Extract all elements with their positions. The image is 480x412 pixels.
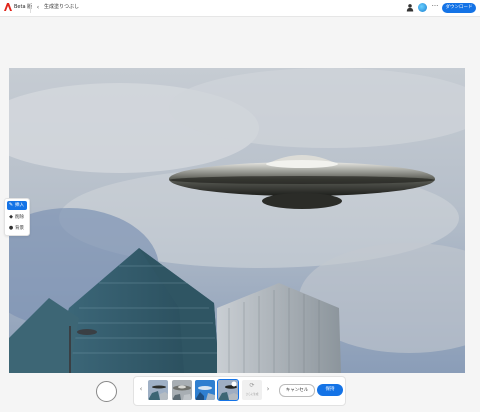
more-options-button[interactable]: ··· (431, 2, 439, 11)
variant-1-image (148, 380, 168, 400)
tool-insert[interactable]: ✎ 挿入 (7, 201, 27, 210)
generate-more-label: さらに生成 (245, 393, 259, 396)
side-toolbar: ✎ 挿入 ◆ 削除 ● 背景 (4, 198, 30, 236)
variant-thumbnail-2[interactable] (172, 380, 192, 400)
keep-button[interactable]: 保持 (317, 384, 343, 396)
image-canvas[interactable] (9, 68, 465, 373)
tool-background-label: 背景 (15, 226, 24, 231)
variant-thumbnail-4[interactable] (217, 379, 239, 401)
back-button[interactable]: ‹ (34, 3, 42, 12)
page-title: 生成塗りつぶし (44, 4, 80, 10)
insert-icon: ✎ (8, 202, 14, 208)
generate-more-button[interactable]: ⟳ さらに生成 (242, 380, 262, 400)
brush-size-button[interactable] (96, 381, 117, 402)
header-divider (30, 3, 31, 13)
eraser-icon: ◆ (9, 214, 13, 220)
tool-insert-label: 挿入 (15, 203, 24, 208)
avatar[interactable] (418, 3, 427, 12)
cancel-button[interactable]: キャンセル (279, 384, 315, 397)
tool-remove-label: 削除 (15, 215, 24, 220)
top-bar: Beta 版 ‹ 生成塗りつぶし ··· ダウンロード (0, 0, 480, 17)
download-button[interactable]: ダウンロード (442, 3, 476, 13)
variant-4-image (218, 380, 238, 400)
tool-background[interactable]: ● 背景 (7, 224, 27, 233)
canvas-image (9, 68, 465, 373)
background-icon: ● (8, 225, 14, 231)
refresh-icon: ⟳ (249, 382, 255, 389)
next-variant-button[interactable]: › (265, 384, 271, 394)
variant-3-image (195, 380, 215, 400)
variant-2-image (172, 380, 192, 400)
user-icon[interactable] (406, 3, 414, 12)
tool-remove[interactable]: ◆ 削除 (7, 213, 27, 222)
variant-thumbnail-3[interactable] (195, 380, 215, 400)
previous-variant-button[interactable]: ‹ (138, 384, 144, 394)
adobe-logo-icon[interactable] (4, 3, 12, 11)
variant-thumbnail-1[interactable] (148, 380, 168, 400)
